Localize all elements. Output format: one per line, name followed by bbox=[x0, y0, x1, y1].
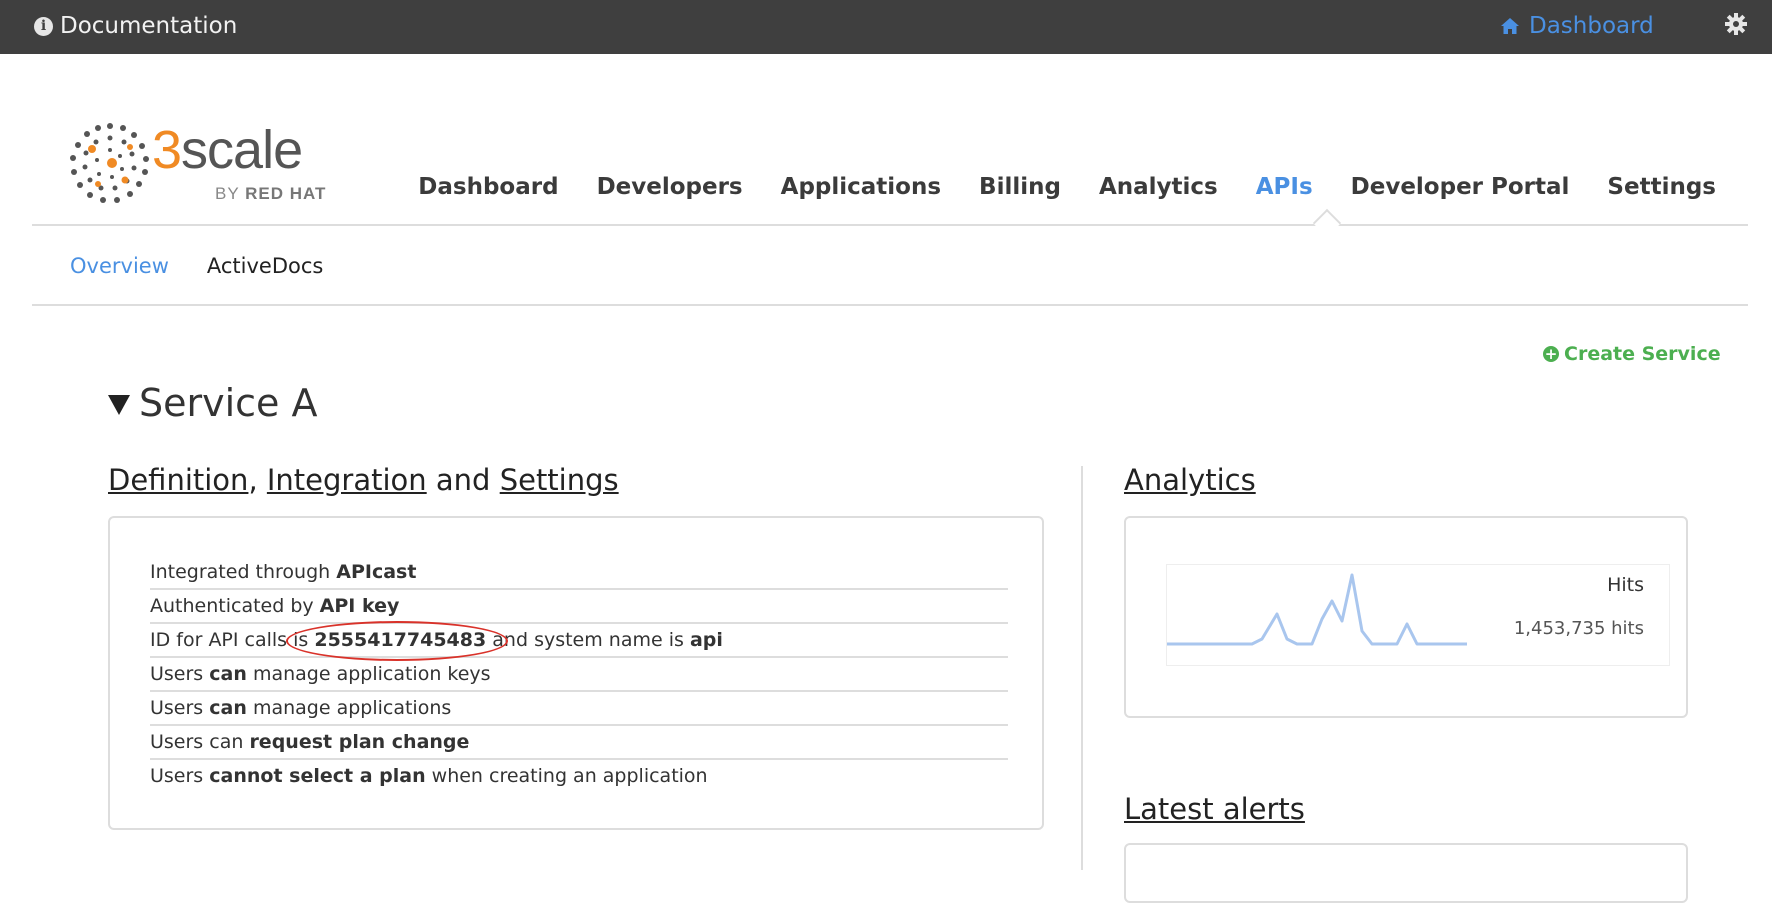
list-item-plan-change: Users can request plan change bbox=[150, 726, 1008, 760]
subnav-activedocs[interactable]: ActiveDocs bbox=[207, 254, 323, 278]
integration-link[interactable]: Integration bbox=[267, 463, 427, 497]
nav-billing[interactable]: Billing bbox=[979, 174, 1061, 200]
api-id-value: 2555417745483 bbox=[314, 629, 487, 651]
analytics-link[interactable]: Analytics bbox=[1124, 463, 1256, 497]
hits-total: 1,453,735 hits bbox=[1513, 618, 1644, 639]
analytics-heading: Analytics bbox=[1124, 463, 1256, 497]
hits-sparkline[interactable] bbox=[1166, 564, 1670, 666]
analytics-panel: Hits 1,453,735 hits bbox=[1124, 516, 1688, 718]
brand-logo[interactable]: 3scale BY RED HAT bbox=[68, 118, 358, 218]
list-item-authentication: Authenticated by API key bbox=[150, 590, 1008, 624]
definition-panel: Integrated through APIcast Authenticated… bbox=[108, 516, 1044, 830]
plus-circle-icon: + bbox=[1543, 345, 1559, 363]
list-item-api-id: ID for API calls is 2555417745483 and sy… bbox=[150, 621, 1008, 661]
gear-icon bbox=[1725, 13, 1747, 35]
column-divider bbox=[1081, 466, 1083, 870]
nav-settings[interactable]: Settings bbox=[1607, 174, 1716, 200]
documentation-link[interactable]: i Documentation bbox=[34, 13, 237, 39]
service-name: Service A bbox=[139, 381, 318, 425]
logo-byline: BY RED HAT bbox=[215, 184, 327, 203]
nav-developer-portal[interactable]: Developer Portal bbox=[1351, 174, 1570, 200]
logo-wordmark: 3scale bbox=[152, 120, 303, 180]
main-nav: Dashboard Developers Applications Billin… bbox=[380, 174, 1716, 200]
nav-analytics[interactable]: Analytics bbox=[1099, 174, 1218, 200]
settings-link[interactable]: Settings bbox=[500, 463, 619, 497]
dashboard-label: Dashboard bbox=[1529, 13, 1654, 39]
list-item-applications: Users can manage applications bbox=[150, 692, 1008, 726]
sub-nav-divider bbox=[32, 304, 1748, 306]
list-item-integration: Integrated through APIcast bbox=[150, 556, 1008, 590]
create-service-button[interactable]: + Create Service bbox=[1543, 343, 1721, 365]
create-service-label: Create Service bbox=[1564, 343, 1721, 365]
latest-alerts-heading: Latest alerts bbox=[1124, 792, 1305, 826]
documentation-label: Documentation bbox=[60, 13, 238, 39]
sub-nav: Overview ActiveDocs bbox=[70, 254, 361, 278]
hits-metric-label: Hits bbox=[1607, 574, 1644, 596]
definition-heading: Definition, Integration and Settings bbox=[108, 463, 619, 497]
nav-developers[interactable]: Developers bbox=[597, 174, 743, 200]
top-bar: i Documentation Dashboard bbox=[0, 0, 1772, 54]
dashboard-link[interactable]: Dashboard bbox=[1500, 13, 1654, 39]
nav-applications[interactable]: Applications bbox=[781, 174, 941, 200]
collapse-triangle-icon bbox=[108, 395, 130, 415]
latest-alerts-link[interactable]: Latest alerts bbox=[1124, 792, 1305, 826]
definition-link[interactable]: Definition bbox=[108, 463, 248, 497]
service-details-list: Integrated through APIcast Authenticated… bbox=[150, 556, 1008, 792]
sparkline-chart bbox=[1167, 573, 1467, 646]
list-item-select-plan: Users cannot select a plan when creating… bbox=[150, 765, 708, 787]
latest-alerts-panel bbox=[1124, 843, 1688, 903]
nav-dashboard[interactable]: Dashboard bbox=[418, 174, 558, 200]
active-nav-caret bbox=[1312, 208, 1342, 238]
nav-apis[interactable]: APIs bbox=[1256, 174, 1313, 200]
list-item-app-keys: Users can manage application keys bbox=[150, 658, 1008, 692]
main-nav-divider bbox=[32, 224, 1748, 226]
service-title[interactable]: Service A bbox=[108, 381, 318, 425]
home-icon bbox=[1501, 18, 1519, 34]
info-icon: i bbox=[34, 16, 53, 36]
logo-dots-icon bbox=[70, 123, 149, 203]
subnav-overview[interactable]: Overview bbox=[70, 254, 169, 278]
settings-gear[interactable] bbox=[1725, 13, 1747, 39]
